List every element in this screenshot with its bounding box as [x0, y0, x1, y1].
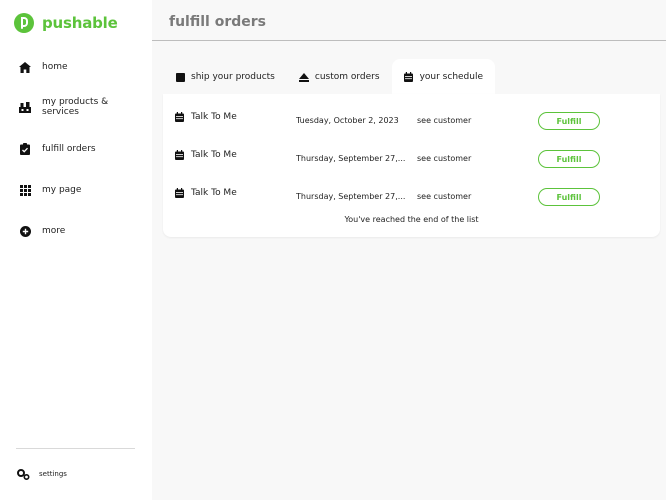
settings-label: settings: [39, 470, 67, 478]
logo-icon: [14, 13, 34, 33]
tab-ship-your-products[interactable]: ship your products: [163, 60, 287, 94]
sidebar-item-fulfill-orders[interactable]: fulfill orders: [18, 142, 96, 156]
order-date: Thursday, September 27,...: [296, 192, 406, 201]
home-icon: [18, 60, 32, 74]
order-date: Tuesday, October 2, 2023: [296, 116, 399, 125]
plus-circle-icon: [18, 224, 32, 238]
order-name-label: Talk To Me: [191, 150, 237, 160]
page-title: fulfill orders: [169, 14, 266, 30]
tab-label: custom orders: [314, 72, 380, 82]
list-item: Talk To Me Tuesday, October 2, 2023 see …: [163, 100, 660, 138]
tab-label: your schedule: [419, 71, 484, 82]
sidebar-divider: [16, 448, 135, 449]
settings-button[interactable]: settings: [16, 467, 67, 481]
sidebar-item-my-page[interactable]: my page: [18, 183, 81, 197]
sidebar: pushable home my products & services ful…: [0, 0, 152, 500]
sidebar-item-products[interactable]: my products & services: [18, 97, 122, 117]
tab-label: ship your products: [191, 72, 275, 82]
order-name: Talk To Me: [175, 112, 237, 122]
brand-name: pushable: [42, 14, 118, 32]
schedule-list: Talk To Me Tuesday, October 2, 2023 see …: [163, 94, 660, 237]
sidebar-item-label: my products & services: [42, 97, 109, 117]
clipboard-icon: [18, 142, 32, 156]
list-item: Talk To Me Thursday, September 27,... se…: [163, 176, 660, 214]
calendar-icon: [175, 150, 184, 160]
fulfill-button[interactable]: Fulfill: [538, 150, 600, 168]
grid-icon: [18, 183, 32, 197]
tab-your-schedule[interactable]: your schedule: [391, 59, 496, 94]
calendar-icon: [175, 188, 184, 198]
sidebar-item-label: more: [42, 226, 66, 236]
gears-icon: [16, 467, 30, 481]
sidebar-item-label: home: [42, 62, 68, 72]
top-bar: fulfill orders: [152, 0, 666, 41]
see-customer-link[interactable]: see customer: [417, 192, 471, 201]
calendar-icon: [404, 71, 414, 82]
see-customer-link[interactable]: see customer: [417, 154, 471, 163]
sidebar-item-home[interactable]: home: [18, 60, 68, 74]
tab-custom-orders[interactable]: custom orders: [287, 60, 392, 94]
see-customer-link[interactable]: see customer: [417, 116, 471, 125]
order-date: Thursday, September 27,...: [296, 154, 406, 163]
eject-icon: [298, 72, 309, 82]
order-name: Talk To Me: [175, 188, 237, 198]
list-item: Talk To Me Thursday, September 27,... se…: [163, 138, 660, 176]
order-name: Talk To Me: [175, 150, 237, 160]
products-icon: [18, 100, 32, 114]
sidebar-item-label: fulfill orders: [42, 144, 96, 154]
order-name-label: Talk To Me: [191, 188, 237, 198]
fulfill-button[interactable]: Fulfill: [538, 112, 600, 130]
calendar-icon: [175, 112, 184, 122]
brand-logo[interactable]: pushable: [14, 13, 118, 33]
order-name-label: Talk To Me: [191, 112, 237, 122]
fulfill-button[interactable]: Fulfill: [538, 188, 600, 206]
tab-bar: ship your products custom orders your sc…: [163, 59, 496, 95]
sidebar-item-more[interactable]: more: [18, 224, 65, 238]
box-icon: [175, 72, 185, 82]
end-of-list-message: You've reached the end of the list: [344, 215, 479, 224]
sidebar-item-label: my page: [42, 185, 82, 195]
